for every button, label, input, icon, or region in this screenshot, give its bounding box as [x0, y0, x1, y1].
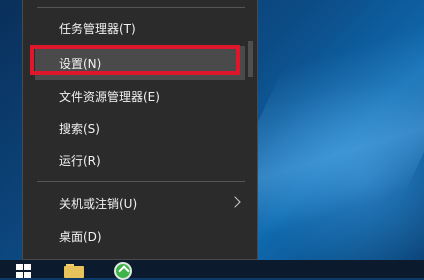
start-context-menu: 任务管理器(T) 设置(N) 文件资源管理器(E) 搜索(S) 运行(R) 关机…	[22, 0, 258, 260]
menu-item-label: 桌面(D)	[59, 229, 102, 244]
menu-item-label: 搜索(S)	[59, 121, 100, 136]
menu-separator	[37, 181, 245, 182]
windows-start-icon[interactable]	[14, 264, 36, 278]
menu-item-task-manager[interactable]: 任务管理器(T)	[35, 11, 245, 45]
menu-item-run[interactable]: 运行(R)	[35, 143, 245, 177]
menu-item-label: 关机或注销(U)	[59, 196, 138, 211]
menu-item-label: 文件资源管理器(E)	[59, 89, 160, 104]
menu-item-shutdown-signout[interactable]: 关机或注销(U)	[35, 186, 245, 220]
menu-item-label: 设置(N)	[59, 56, 102, 71]
menu-item-settings[interactable]: 设置(N)	[35, 46, 245, 80]
menu-scrollbar-thumb[interactable]	[248, 41, 253, 77]
refresh-app-icon[interactable]	[114, 262, 132, 280]
menu-scrollbar[interactable]	[248, 37, 253, 79]
menu-separator	[37, 7, 245, 8]
menu-item-desktop[interactable]: 桌面(D)	[35, 219, 245, 253]
menu-item-label: 运行(R)	[59, 153, 101, 168]
menu-item-file-explorer[interactable]: 文件资源管理器(E)	[35, 79, 245, 113]
menu-item-search[interactable]: 搜索(S)	[35, 111, 245, 145]
menu-item-label: 任务管理器(T)	[59, 21, 136, 36]
chevron-right-icon	[229, 196, 241, 208]
file-explorer-icon[interactable]	[64, 264, 86, 278]
taskbar	[0, 260, 424, 280]
